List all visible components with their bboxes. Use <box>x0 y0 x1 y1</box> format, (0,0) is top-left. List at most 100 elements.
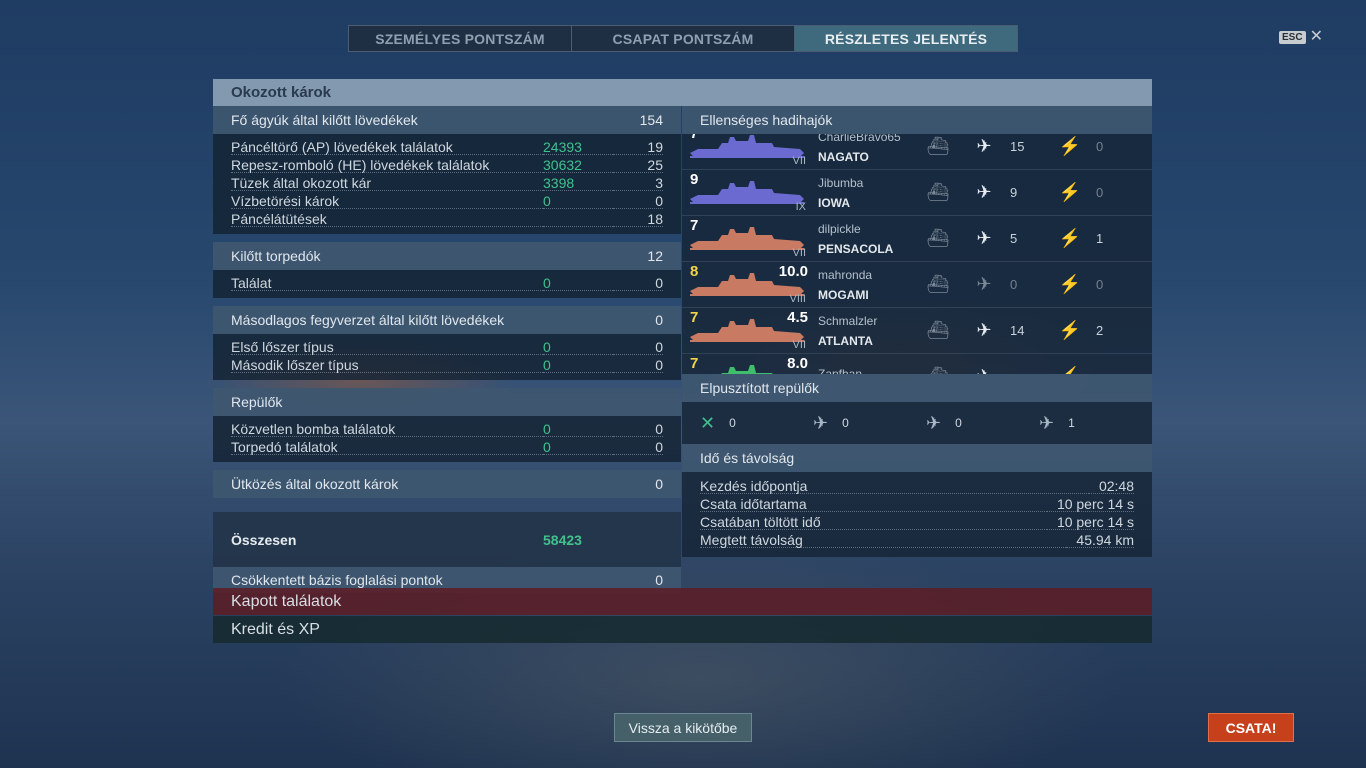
ship-name: ATLANTA <box>818 333 873 348</box>
back-to-port-button[interactable]: Vissza a kikötőbe <box>614 713 752 742</box>
enemy-ship-row: 7 4.5 VII Schmalzler ATLANTA ⛴ ✈ 14 ⚡ 2 <box>682 308 1152 354</box>
ship-tier-roman: VII <box>792 154 806 167</box>
player-name: CharlieBravo65 <box>818 134 901 144</box>
torpedoes-header: Kilőtt torpedók 12 <box>213 242 681 270</box>
secondary-body: Első lőszer típus 0 0 Második lőszer típus… <box>213 334 681 380</box>
ship-silhouette: 9 IX <box>688 171 810 215</box>
enemy-ships-label: Ellenséges hadihajók <box>700 112 833 128</box>
enemy-ship-row: 7 VII dilpickle PENSACOLA ⛴ ✈ 5 ⚡ 1 <box>682 216 1152 262</box>
ramming-label: Ütközés által okozott károk <box>231 476 399 492</box>
ship-name: PENSACOLA <box>818 241 894 256</box>
stat-hits: 0 <box>613 339 663 355</box>
stat-damage: 0 <box>543 357 613 373</box>
time-row-label: Kezdés időpontja <box>700 478 1089 494</box>
report-panel: Okozott károk Fő ágyúk által kilőtt löve… <box>213 79 1152 643</box>
enemy-ship-list[interactable]: 7VIICharlieBravo65NAGATO⛴✈15⚡09IXJibumba… <box>682 134 1152 374</box>
ramming-row: Ütközés által okozott károk 0 <box>213 470 681 498</box>
tab-team-score[interactable]: CSAPAT PONTSZÁM <box>572 26 795 51</box>
tab-bar: SZEMÉLYES PONTSZÁM CSAPAT PONTSZÁM RÉSZL… <box>348 25 1018 52</box>
penetration-icon: ✈ <box>976 320 992 340</box>
ship-silhouette: 7 4.5 VII <box>688 309 810 353</box>
ship-tier-roman: VIII <box>789 292 806 305</box>
base-capture-label: Csökkentett bázis foglalási pontok <box>231 572 443 588</box>
battle-button[interactable]: CSATA! <box>1208 713 1294 742</box>
aircraft-label: Repülők <box>231 394 283 410</box>
enemy-ship-row: 78.0Zapfhan⛴✈⚡ <box>682 354 1152 374</box>
ship-names: Zapfhan <box>818 367 918 375</box>
stat-label: Első lőszer típus <box>231 339 543 355</box>
stat-label: Páncéltörő (AP) lövedékek találatok <box>231 139 543 155</box>
planes-row: ✕ 0 ✈ 0 ✈ 0 ✈ 1 <box>682 402 1152 444</box>
stat-hits: 0 <box>613 193 663 209</box>
main-guns-label: Fő ágyúk által kilőtt lövedékek <box>231 112 418 128</box>
stat-row: Torpedó találatok 0 0 <box>213 438 681 456</box>
damage-breakdown: Fő ágyúk által kilőtt lövedékek 154 Pánc… <box>213 106 681 593</box>
ship-rating: 4.5 <box>787 308 808 326</box>
stat-row: Vízbetörési károk 0 0 <box>213 192 681 210</box>
time-body: Kezdés időpontja 02:48 Csata időtartama 10… <box>682 472 1152 557</box>
scout-plane-icon: ✈ <box>1039 412 1055 433</box>
stat-hits: 0 <box>613 275 663 291</box>
damage-caused-header: Okozott károk <box>213 79 1152 106</box>
stat-row: Első lőszer típus 0 0 <box>213 338 681 356</box>
credits-xp-bar[interactable]: Kredit és XP <box>213 616 1152 643</box>
player-name: mahronda <box>818 267 873 282</box>
hit-stats: ⛴ ✈ 14 ⚡ 2 <box>918 319 1130 343</box>
ship-name: NAGATO <box>818 149 869 164</box>
ship-silhouette: 7 8.0 <box>688 354 810 374</box>
ship-tier: 7 <box>690 354 699 372</box>
ship-hit-icon: ⛴ <box>926 136 950 156</box>
ship-hit-icon: ⛴ <box>926 274 950 294</box>
plane-count: 1 <box>1068 416 1075 430</box>
enemy-ships-header: Ellenséges hadihajók <box>682 106 1152 134</box>
critical-hit-icon: ⚡ <box>1058 182 1082 202</box>
tab-detailed-report[interactable]: RÉSZLETES JELENTÉS <box>795 26 1017 51</box>
ship-names: Schmalzler ATLANTA <box>818 314 918 348</box>
ship-name: MOGAMI <box>818 287 869 302</box>
ship-tier: 9 <box>690 170 699 188</box>
ship-tier-roman: IX <box>795 200 806 213</box>
stat-row: Páncélátütések 18 <box>213 210 681 228</box>
received-hits-bar[interactable]: Kapott találatok <box>213 588 1152 615</box>
time-row-label: Csata időtartama <box>700 496 1047 512</box>
tab-personal-score[interactable]: SZEMÉLYES PONTSZÁM <box>349 26 572 51</box>
hit-stats: ⛴ ✈ 15 ⚡ 0 <box>918 135 1130 159</box>
stat-hits: 19 <box>613 139 663 155</box>
stat-hits: 0 <box>613 357 663 373</box>
stat-label: Tüzek által okozott kár <box>231 175 543 191</box>
ship-tier-roman: VII <box>792 338 806 351</box>
stat-row: Találat 0 0 <box>213 274 681 292</box>
time-row-value: 45.94 km <box>1066 532 1134 548</box>
planes-label: Elpusztított repülők <box>700 380 820 396</box>
time-row: Kezdés időpontja 02:48 <box>682 477 1152 495</box>
ship-tier: 7 <box>690 308 699 326</box>
plane-stat: ✈ 1 <box>1039 413 1152 434</box>
critical-count: 1 <box>1096 231 1104 246</box>
critical-hit-icon: ⚡ <box>1058 320 1082 340</box>
stat-damage <box>543 211 613 227</box>
ship-silhouette: 7 VII <box>688 217 810 261</box>
close-button[interactable]: ESC ✕ <box>1279 29 1323 45</box>
aircraft-header: Repülők <box>213 388 681 416</box>
time-row-label: Megtett távolság <box>700 532 1067 548</box>
ship-silhouette-icon <box>690 226 804 250</box>
ship-tier: 8 <box>690 262 699 280</box>
stat-hits: 0 <box>613 421 663 437</box>
critical-hit-icon: ⚡ <box>1058 228 1082 248</box>
stat-damage: 0 <box>543 439 613 455</box>
ship-silhouette: 8 10.0 VIII <box>688 263 810 307</box>
critical-count: 2 <box>1096 323 1104 338</box>
stat-damage: 30632 <box>543 157 613 173</box>
main-guns-body: Páncéltörő (AP) lövedékek találatok 24393… <box>213 134 681 234</box>
ship-silhouette-icon <box>690 134 804 158</box>
enemy-ship-row: 9 IX Jibumba IOWA ⛴ ✈ 9 ⚡ 0 <box>682 170 1152 216</box>
secondary-label: Másodlagos fegyverzet által kilőtt löved… <box>231 312 505 328</box>
stat-label: Repesz-romboló (HE) lövedékek találatok <box>231 157 543 173</box>
aircraft-body: Közvetlen bomba találatok 0 0 Torpedó talá… <box>213 416 681 462</box>
ship-names: Jibumba IOWA <box>818 176 918 210</box>
critical-count: 0 <box>1096 277 1104 292</box>
time-row-value: 02:48 <box>1088 478 1134 494</box>
secondary-value: 0 <box>655 312 663 328</box>
right-column: Ellenséges hadihajók 7 VII CharlieBravo65 N… <box>682 106 1152 557</box>
stat-label: Közvetlen bomba találatok <box>231 421 543 437</box>
